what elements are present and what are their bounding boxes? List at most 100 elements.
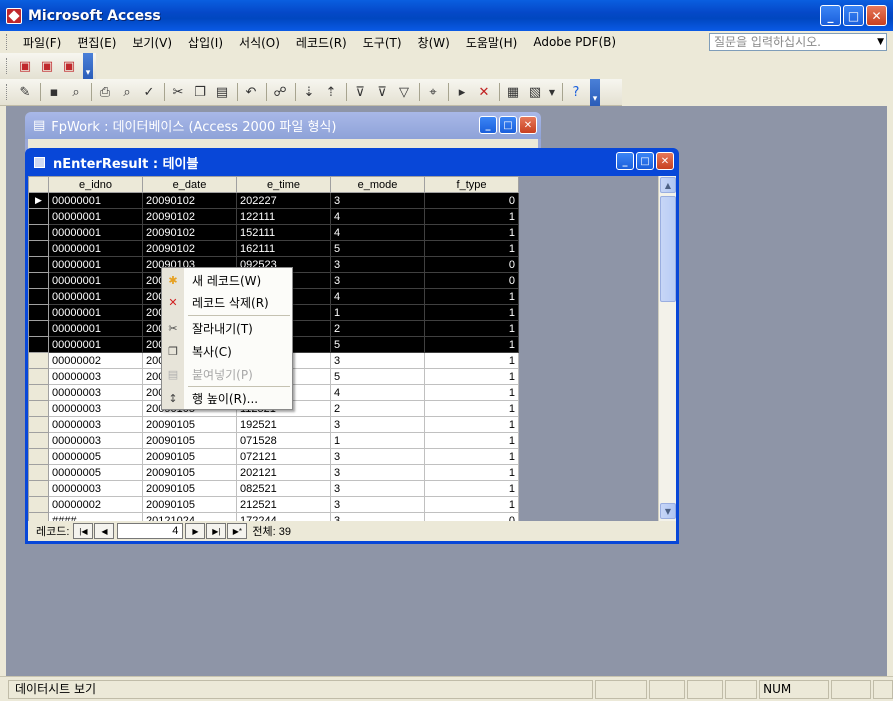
row-selector[interactable] [28, 432, 49, 449]
ctx-row-height[interactable]: ↕ 행 높이(R)... [162, 387, 292, 409]
toolbar-options-icon[interactable]: ▾ [590, 78, 600, 106]
table-row[interactable]: #### 20121024 172244 3 0 [28, 512, 519, 521]
cell-f_type[interactable]: 1 [424, 384, 519, 401]
cell-e_date[interactable]: 20121024 [142, 512, 237, 521]
table-row[interactable]: 00000003 20090105 071528 1 1 [28, 432, 519, 449]
cell-f_type[interactable]: 1 [424, 400, 519, 417]
row-selector[interactable] [28, 272, 49, 289]
cell-e_date[interactable]: 20090105 [142, 432, 237, 449]
scroll-down-icon[interactable]: ▼ [660, 503, 676, 519]
close-button[interactable]: ✕ [866, 5, 887, 26]
row-selector[interactable] [28, 256, 49, 273]
cell-e_idno[interactable]: 00000001 [48, 304, 143, 321]
table-row[interactable]: ▶ 00000001 20090102 202227 3 0 [28, 192, 519, 209]
toolbar-options-icon[interactable]: ▾ [83, 52, 93, 80]
view-icon[interactable]: ✎ [15, 82, 35, 102]
cell-e_idno[interactable]: 00000001 [48, 320, 143, 337]
cell-f_type[interactable]: 1 [424, 416, 519, 433]
cell-e_date[interactable]: 20090102 [142, 192, 237, 209]
new-record-icon[interactable]: ▸ [452, 82, 472, 102]
cell-e_idno[interactable]: 00000001 [48, 256, 143, 273]
cell-e_idno[interactable]: #### [48, 512, 143, 521]
last-record-icon[interactable]: ▶| [206, 523, 227, 539]
close-button[interactable]: ✕ [519, 116, 537, 134]
ctx-cut[interactable]: ✂ 잘라내기(T) [162, 317, 292, 339]
cell-e_idno[interactable]: 00000001 [48, 336, 143, 353]
row-selector[interactable] [28, 496, 49, 513]
close-button[interactable]: ✕ [656, 152, 674, 170]
save-icon[interactable]: ▪ [44, 82, 64, 102]
cell-f_type[interactable]: 1 [424, 336, 519, 353]
new-record-nav-icon[interactable]: ▶* [227, 523, 248, 539]
cell-e_mode[interactable]: 3 [330, 448, 425, 465]
cell-e_time[interactable]: 202227 [236, 192, 331, 209]
cell-e_idno[interactable]: 00000005 [48, 464, 143, 481]
menu-file[interactable]: 파일(F) [15, 34, 69, 51]
column-header-e_idno[interactable]: e_idno [48, 176, 143, 193]
delete-record-icon[interactable]: ✕ [474, 82, 494, 102]
cell-f_type[interactable]: 1 [424, 224, 519, 241]
minimize-button[interactable]: _ [479, 116, 497, 134]
table-row[interactable]: 00000001 20090102 122111 4 1 [28, 208, 519, 225]
row-selector[interactable] [28, 512, 49, 521]
cell-e_mode[interactable]: 5 [330, 240, 425, 257]
copy-icon[interactable]: ❐ [190, 82, 210, 102]
cell-f_type[interactable]: 1 [424, 304, 519, 321]
cell-e_idno[interactable]: 00000001 [48, 272, 143, 289]
cell-e_date[interactable]: 20090105 [142, 464, 237, 481]
cell-f_type[interactable]: 1 [424, 320, 519, 337]
cell-e_time[interactable]: 152111 [236, 224, 331, 241]
row-selector[interactable] [28, 320, 49, 337]
ask-question-input[interactable]: 질문을 입력하십시오. ▼ [709, 33, 887, 51]
scroll-thumb[interactable] [660, 196, 676, 302]
print-preview-icon[interactable]: ⌕ [117, 82, 137, 102]
cell-e_date[interactable]: 20090102 [142, 240, 237, 257]
pdf-review-icon[interactable]: ▣ [59, 56, 79, 76]
table-row[interactable]: 00000001 20090102 152111 4 1 [28, 224, 519, 241]
cell-e_time[interactable]: 172244 [236, 512, 331, 521]
menu-window[interactable]: 창(W) [410, 34, 458, 51]
cell-e_mode[interactable]: 4 [330, 288, 425, 305]
menu-grip[interactable] [6, 34, 9, 50]
cell-e_date[interactable]: 20090105 [142, 480, 237, 497]
cell-e_idno[interactable]: 00000003 [48, 416, 143, 433]
row-selector[interactable] [28, 208, 49, 225]
database-window-titlebar[interactable]: ▤ FpWork : 데이터베이스 (Access 2000 파일 형식) _ … [25, 112, 541, 139]
table-row[interactable]: 00000005 20090105 072121 3 1 [28, 448, 519, 465]
current-row-indicator[interactable]: ▶ [28, 192, 49, 209]
cell-e_mode[interactable]: 3 [330, 496, 425, 513]
cell-f_type[interactable]: 0 [424, 256, 519, 273]
cell-e_idno[interactable]: 00000003 [48, 368, 143, 385]
row-selector[interactable] [28, 416, 49, 433]
table-row[interactable]: 00000003 20090105 082521 3 1 [28, 480, 519, 497]
previous-record-icon[interactable]: ◀ [94, 523, 115, 539]
apply-filter-icon[interactable]: ▽ [394, 82, 414, 102]
cell-e_time[interactable]: 122111 [236, 208, 331, 225]
menu-view[interactable]: 보기(V) [124, 34, 180, 51]
file-search-icon[interactable]: ⌕ [66, 82, 86, 102]
column-header-e_mode[interactable]: e_mode [330, 176, 425, 193]
cell-e_date[interactable]: 20090102 [142, 208, 237, 225]
cell-e_mode[interactable]: 1 [330, 432, 425, 449]
cell-f_type[interactable]: 1 [424, 288, 519, 305]
row-selector[interactable] [28, 336, 49, 353]
cell-e_idno[interactable]: 00000003 [48, 384, 143, 401]
undo-icon[interactable]: ↶ [241, 82, 261, 102]
cell-e_mode[interactable]: 3 [330, 352, 425, 369]
cell-e_mode[interactable]: 5 [330, 368, 425, 385]
row-selector[interactable] [28, 224, 49, 241]
cell-e_mode[interactable]: 1 [330, 304, 425, 321]
toolbar-grip[interactable] [6, 58, 9, 74]
next-record-icon[interactable]: ▶ [185, 523, 206, 539]
cell-e_mode[interactable]: 3 [330, 416, 425, 433]
dropdown-arrow-icon[interactable]: ▼ [547, 82, 557, 102]
table-row[interactable]: 00000005 20090105 202121 3 1 [28, 464, 519, 481]
cell-e_mode[interactable]: 4 [330, 224, 425, 241]
table-row[interactable]: 00000002 20090105 212521 3 1 [28, 496, 519, 513]
row-selector[interactable] [28, 384, 49, 401]
first-record-icon[interactable]: |◀ [73, 523, 94, 539]
ctx-delete-record[interactable]: ✕ 레코드 삭제(R) [162, 291, 292, 313]
cell-f_type[interactable]: 1 [424, 352, 519, 369]
ctx-copy[interactable]: ❐ 복사(C) [162, 340, 292, 362]
spelling-icon[interactable]: ✓ [139, 82, 159, 102]
